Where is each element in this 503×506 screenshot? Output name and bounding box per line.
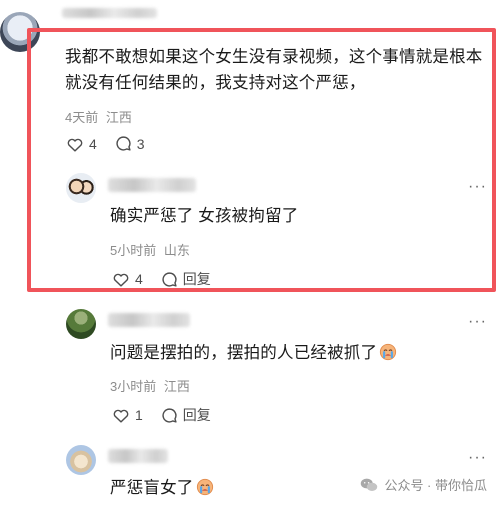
- main-commenter-name[interactable]: [62, 8, 157, 18]
- reply-reply-label-2: 回复: [182, 407, 211, 423]
- reply-location-2: 江西: [163, 379, 190, 394]
- reply-count-button[interactable]: 3: [115, 135, 145, 152]
- reply-actions-1: 4 回复: [112, 269, 229, 289]
- main-comment-text: 我都不敢想如果这个女生没有录视频，这个事情就是根本就没有任何结果的，我支持对这个…: [65, 48, 483, 92]
- reply-more-button-3[interactable]: ···: [468, 449, 487, 467]
- reply-time-2: 3小时前: [110, 379, 157, 394]
- reply-avatar-3[interactable]: [66, 445, 96, 475]
- reply-count: 3: [136, 135, 145, 152]
- crying-face-emoji-icon: [196, 478, 213, 496]
- reply-time-1: 5小时前: [110, 243, 157, 258]
- reply-username-3[interactable]: [108, 449, 168, 463]
- heart-icon: [113, 409, 129, 423]
- reply-like-button-2[interactable]: 1: [112, 407, 143, 423]
- reply-reply-button-1[interactable]: 回复: [161, 269, 211, 289]
- reply-like-button-1[interactable]: 4: [112, 271, 143, 287]
- reply-more-button-1[interactable]: ···: [468, 178, 487, 196]
- watermark: 公众号 · 带你恰瓜: [360, 475, 487, 494]
- wechat-logo-icon: [361, 478, 378, 491]
- reply-more-button-2[interactable]: ···: [468, 313, 487, 331]
- reply-reply-button-2[interactable]: 回复: [161, 405, 211, 425]
- like-button[interactable]: 4: [66, 136, 97, 152]
- reply-actions-2: 1 回复: [112, 405, 229, 425]
- watermark-text: 公众号 · 带你恰瓜: [384, 478, 487, 493]
- reply-text-3: 严惩盲女了: [110, 479, 194, 497]
- main-comment-actions: 4 3: [66, 135, 163, 152]
- heart-icon: [67, 138, 83, 152]
- reply-text-2: 问题是摆拍的，摆拍的人已经被抓了: [110, 344, 378, 362]
- reply-meta-2: 3小时前 江西: [110, 376, 190, 395]
- heart-icon: [113, 273, 129, 287]
- like-count: 4: [89, 135, 97, 152]
- reply-text-2-wrap: 问题是摆拍的，摆拍的人已经被抓了: [110, 340, 397, 366]
- reply-like-count-2: 1: [135, 407, 143, 423]
- reply-location-1: 山东: [163, 243, 190, 258]
- reply-username-2[interactable]: [108, 313, 190, 327]
- reply-meta-1: 5小时前 山东: [110, 240, 190, 259]
- reply-reply-label-1: 回复: [182, 271, 211, 287]
- main-comment-time: 4天前: [65, 110, 99, 125]
- comment-bubble-icon: [162, 407, 177, 423]
- reply-like-count-1: 4: [135, 271, 143, 287]
- reply-text-1: 确实严惩了 女孩被拘留了: [110, 207, 299, 225]
- reply-text-3-wrap: 严惩盲女了: [110, 475, 214, 501]
- comment-bubble-icon: [116, 136, 131, 151]
- reply-avatar-1[interactable]: [66, 173, 96, 203]
- main-comment-meta: 4天前 江西: [65, 107, 132, 126]
- main-comment-location: 江西: [105, 110, 132, 125]
- reply-avatar-2[interactable]: [66, 309, 96, 339]
- reply-username-1[interactable]: [108, 178, 196, 192]
- comment-bubble-icon: [162, 271, 177, 287]
- crying-face-emoji-icon: [380, 343, 397, 361]
